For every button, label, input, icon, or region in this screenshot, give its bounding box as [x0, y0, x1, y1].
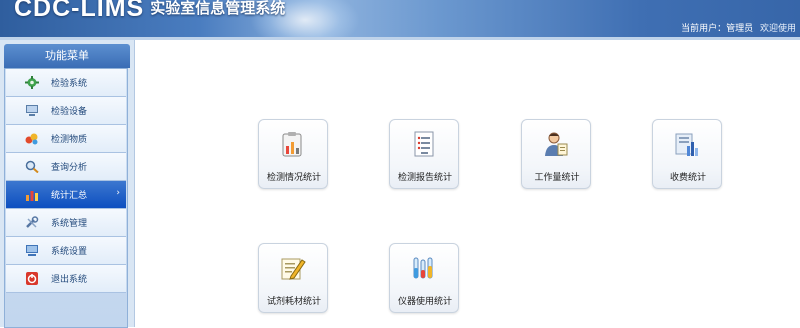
sidebar: 功能菜单 检验系统 检验设备 检测物质 查询分析 统计汇总 › 系统管理 系统设… [0, 40, 135, 328]
sidebar-item-logout[interactable]: 退出系统 [6, 265, 126, 293]
sidebar-item-label: 退出系统 [51, 275, 88, 285]
welcome-text: 欢迎使用 [759, 24, 796, 34]
tile-report-stats[interactable]: 检测报告统计 [389, 119, 459, 189]
clipboard-bars-icon [282, 132, 302, 157]
user-info: 当前用户：管理员 欢迎使用 [681, 21, 800, 34]
sidebar-item-label: 检验系统 [51, 79, 88, 89]
sidebar-item-substances[interactable]: 检测物质 [6, 125, 126, 153]
sidebar-item-query[interactable]: 查询分析 [6, 153, 126, 181]
tile-label: 检测报告统计 [397, 173, 452, 183]
app-subtitle: 实验室信息管理系统 [150, 0, 286, 17]
sidebar-item-label: 统计汇总 [51, 191, 88, 201]
test-tubes-icon [413, 257, 433, 279]
tile-label: 检测情况统计 [266, 173, 321, 183]
tile-fee-stats[interactable]: 收费统计 [652, 119, 722, 189]
app-title: CDC-LIMS 实验室信息管理系统 [14, 0, 285, 23]
tools-icon [26, 216, 39, 228]
tile-label: 仪器使用统计 [397, 297, 452, 307]
main-content: 检测情况统计 检测报告统计 工作量统计 收费统计 试剂耗材统计 仪器使用统计 [135, 40, 800, 327]
sidebar-item-label: 系统管理 [51, 219, 88, 229]
search-icon [25, 160, 39, 173]
monitor-icon [26, 245, 38, 256]
tile-label: 工作量统计 [534, 173, 580, 183]
computer-icon [26, 105, 38, 116]
worker-icon [545, 132, 568, 156]
sidebar-item-label: 系统设置 [51, 247, 88, 257]
chevron-right-icon: › [116, 188, 120, 198]
sidebar-item-settings[interactable]: 系统设置 [6, 237, 126, 265]
sidebar-item-label: 查询分析 [51, 163, 88, 173]
pencil-note-icon [281, 258, 306, 280]
sidebar-item-label: 检验设备 [51, 107, 88, 117]
current-user: 当前用户：管理员 [681, 24, 754, 34]
gear-icon [25, 76, 39, 89]
tile-label: 收费统计 [669, 173, 706, 183]
tile-inspection-stats[interactable]: 检测情况统计 [258, 119, 328, 189]
function-menu: 检验系统 检验设备 检测物质 查询分析 统计汇总 › 系统管理 系统设置 退出系… [4, 68, 128, 328]
reagent-icon [25, 133, 38, 145]
sidebar-item-inspection-system[interactable]: 检验系统 [6, 69, 126, 97]
bar-chart-icon [26, 191, 38, 201]
app-brand: CDC-LIMS [14, 0, 145, 22]
menu-title: 功能菜单 [4, 44, 130, 68]
tile-reagent-stats[interactable]: 试剂耗材统计 [258, 243, 328, 313]
tile-instrument-stats[interactable]: 仪器使用统计 [389, 243, 459, 313]
tile-label: 试剂耗材统计 [266, 297, 321, 307]
sidebar-item-label: 检测物质 [51, 135, 88, 145]
report-chart-icon [675, 133, 698, 156]
tile-workload-stats[interactable]: 工作量统计 [521, 119, 591, 189]
power-icon [26, 272, 38, 285]
sidebar-item-statistics[interactable]: 统计汇总 › [6, 181, 126, 209]
document-list-icon [414, 131, 434, 157]
sidebar-item-system-management[interactable]: 系统管理 [6, 209, 126, 237]
app-header: CDC-LIMS 实验室信息管理系统 当前用户：管理员 欢迎使用 [0, 0, 800, 37]
sidebar-item-equipment[interactable]: 检验设备 [6, 97, 126, 125]
